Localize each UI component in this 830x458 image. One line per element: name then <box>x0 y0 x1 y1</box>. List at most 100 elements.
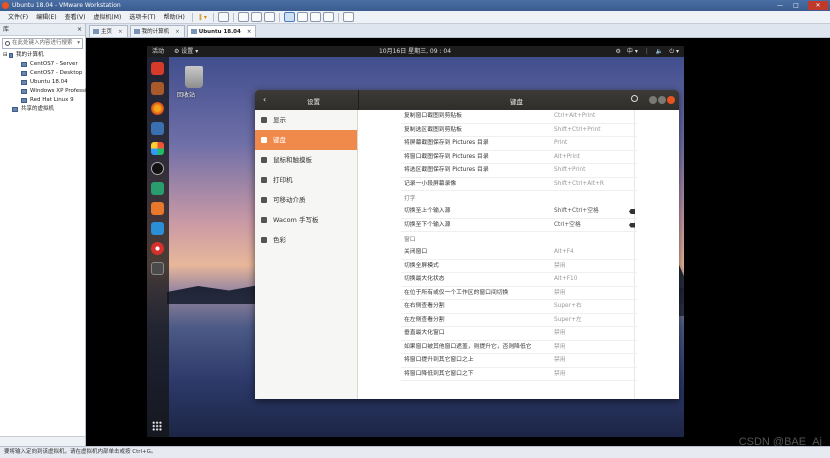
ubuntu-desktop[interactable]: 活动 ⚙ 设置 ▾ 10月16日 星期三, 09 : 04 ⚙ 中 ▾ ⋮ 🔈 … <box>147 46 684 437</box>
fullscreen-icon[interactable] <box>309 12 321 22</box>
collapse-icon[interactable]: ⊟ <box>3 51 8 60</box>
close-button[interactable] <box>667 96 675 104</box>
tree-vm-item[interactable]: Ubuntu 18.04 <box>0 78 85 87</box>
sidebar-item-wacom[interactable]: Wacom 手写板 <box>255 210 357 230</box>
network-icon[interactable]: ⋮ <box>644 46 650 57</box>
tab-close-icon[interactable]: × <box>175 29 180 35</box>
thumbnail-bar-icon[interactable] <box>296 12 308 22</box>
sidebar-item-color[interactable]: 色彩 <box>255 230 357 250</box>
sidebar-item-keyboard[interactable]: 键盘 <box>255 130 357 150</box>
tree-shared-vms[interactable]: 共享的虚拟机 <box>0 105 85 114</box>
sidebar-item-mouse[interactable]: 鼠标和触摸板 <box>255 150 357 170</box>
menu-view[interactable]: 查看(V) <box>61 11 90 24</box>
app-icon[interactable] <box>151 202 164 215</box>
library-scrollbar[interactable] <box>0 436 85 446</box>
app-menu[interactable]: ⚙ 设置 ▾ <box>174 46 198 57</box>
vm-icon <box>190 29 197 34</box>
shortcut-row[interactable]: 在右侧查看分割 Super+右 <box>401 300 637 314</box>
maximize-button[interactable] <box>658 96 666 104</box>
app-icon[interactable] <box>151 222 164 235</box>
app-icon[interactable] <box>151 162 164 175</box>
tab-close-icon[interactable]: × <box>118 29 123 35</box>
backspace-icon[interactable] <box>629 209 635 214</box>
vm-icon <box>21 71 27 76</box>
trash-label: 回收站 <box>177 92 196 99</box>
tree-vm-item[interactable]: CentOS7 - Desktop <box>0 69 85 78</box>
activities-button[interactable]: 活动 <box>152 46 164 57</box>
revert-snapshot-icon[interactable] <box>250 12 262 22</box>
menu-file[interactable]: 文件(F) <box>4 11 32 24</box>
shortcut-row[interactable]: 切换至下个输入源 Ctrl+空格 <box>401 219 637 232</box>
menu-help[interactable]: 帮助(H) <box>160 11 189 24</box>
shortcut-row[interactable]: 如果窗口被其他窗口遮盖，则提升它，否则降低它 禁用 <box>401 341 637 354</box>
shortcut-row[interactable]: 在位于所有或仅一个工作区的窗口间切换 禁用 <box>401 287 637 300</box>
minimize-button[interactable]: — <box>773 1 787 10</box>
shortcut-row[interactable]: 复制选区截图到剪贴板 Shift+Ctrl+Print <box>401 124 637 137</box>
software-center-icon[interactable] <box>151 242 164 255</box>
sidebar-item-removable-media[interactable]: 可移动介质 <box>255 190 357 210</box>
app-icon[interactable] <box>151 82 164 95</box>
tree-vm-item[interactable]: CentOS7 - Server <box>0 60 85 69</box>
tab-close-icon[interactable]: × <box>247 29 252 35</box>
settings-title: 设置 <box>307 98 320 106</box>
trash-icon[interactable] <box>185 66 203 88</box>
sidebar-item-printers[interactable]: 打印机 <box>255 170 357 190</box>
menu-tabs[interactable]: 选项卡(T) <box>125 11 159 24</box>
shortcut-row[interactable]: 复制窗口截图到剪贴板 Ctrl+Alt+Print <box>401 110 637 124</box>
clock[interactable]: 10月16日 星期三, 09 : 04 <box>379 46 451 57</box>
menu-edit[interactable]: 编辑(E) <box>32 11 60 24</box>
sidebar-item-display[interactable]: 显示 <box>255 110 357 130</box>
system-tray[interactable]: ⚙ 中 ▾ ⋮ 🔈 ⏻ ▾ <box>616 46 679 57</box>
menu-vm[interactable]: 虚拟机(M) <box>89 11 125 24</box>
console-view-icon[interactable] <box>342 12 354 22</box>
maximize-button[interactable]: □ <box>789 1 803 10</box>
library-search-placeholder: 在此处键入内容进行搜索 <box>12 40 73 46</box>
tree-vm-item[interactable]: Red Hat Linux 9 <box>0 96 85 105</box>
tab-my-computer[interactable]: 我的计算机 × <box>129 25 185 37</box>
show-library-icon[interactable] <box>283 12 295 22</box>
pause-button[interactable]: ‖ ▾ <box>196 14 210 21</box>
snapshot-icon[interactable] <box>237 12 249 22</box>
close-button[interactable]: ✕ <box>808 1 828 10</box>
library-search-input[interactable]: 在此处键入内容进行搜索 ▾ <box>2 38 83 49</box>
back-button[interactable]: ‹ <box>263 95 266 104</box>
tree-vm-item[interactable]: Windows XP Professi <box>0 87 86 96</box>
tab-home[interactable]: 主页 × <box>89 25 128 37</box>
shortcut-row[interactable]: 垂直最大化窗口 禁用 <box>401 327 637 341</box>
search-icon[interactable] <box>631 95 638 102</box>
app-icon[interactable] <box>151 142 164 155</box>
shortcut-row[interactable]: 切换全屏模式 禁用 <box>401 260 637 273</box>
shortcut-row[interactable]: 切换至上个输入源 Shift+Ctrl+空格 <box>401 205 637 219</box>
app-icon[interactable] <box>151 262 164 275</box>
input-method-indicator[interactable]: 中 ▾ <box>627 46 638 57</box>
volume-icon[interactable]: 🔈 <box>656 46 663 57</box>
shortcut-row[interactable]: 关闭窗口 Alt+F4 <box>401 246 637 260</box>
vm-tab-bar: 主页 × 我的计算机 × Ubuntu 18.04 × <box>86 24 830 38</box>
shortcut-row[interactable]: 切换最大化状态 Alt+F10 <box>401 273 637 287</box>
chevron-down-icon[interactable]: ▾ <box>77 39 80 48</box>
shortcut-row[interactable]: 记录一小段屏幕录像 Shift+Ctrl+Alt+R <box>401 178 637 191</box>
minimize-button[interactable] <box>649 96 657 104</box>
shortcut-row[interactable]: 将窗口降低到其它窗口之下 禁用 <box>401 368 637 381</box>
shortcut-row[interactable]: 将屏幕截图保存到 Pictures 目录 Print <box>401 137 637 151</box>
power-icon[interactable]: ⏻ ▾ <box>669 46 679 57</box>
show-applications-icon[interactable] <box>152 421 162 431</box>
tab-ubuntu[interactable]: Ubuntu 18.04 × <box>186 25 257 37</box>
accessibility-icon[interactable]: ⚙ <box>616 46 621 57</box>
unity-icon[interactable] <box>322 12 334 22</box>
app-icon[interactable] <box>151 182 164 195</box>
settings-window: ‹ 设置 键盘 显示 键盘 鼠标和触摸板 打印机 可移动介质 Wacom 手写板… <box>255 90 679 399</box>
shortcut-row[interactable]: 将选区截图保存到 Pictures 目录 Shift+Print <box>401 164 637 178</box>
app-icon[interactable] <box>151 62 164 75</box>
firefox-icon[interactable] <box>151 102 164 115</box>
shortcut-row[interactable]: 将窗口截图保存到 Pictures 目录 Alt+Print <box>401 151 637 164</box>
backspace-icon[interactable] <box>629 222 635 228</box>
shortcut-row[interactable]: 将窗口提升到其它窗口之上 禁用 <box>401 354 637 368</box>
snapshot-manager-icon[interactable] <box>263 12 275 22</box>
panel-title: 键盘 <box>510 98 523 106</box>
app-icon[interactable] <box>151 122 164 135</box>
send-ctrl-alt-del-icon[interactable] <box>217 12 229 22</box>
library-close-button[interactable]: × <box>77 24 82 36</box>
shortcut-row[interactable]: 在左侧查看分割 Super+左 <box>401 314 637 327</box>
tree-my-computer[interactable]: ⊟ 我的计算机 <box>0 51 85 60</box>
